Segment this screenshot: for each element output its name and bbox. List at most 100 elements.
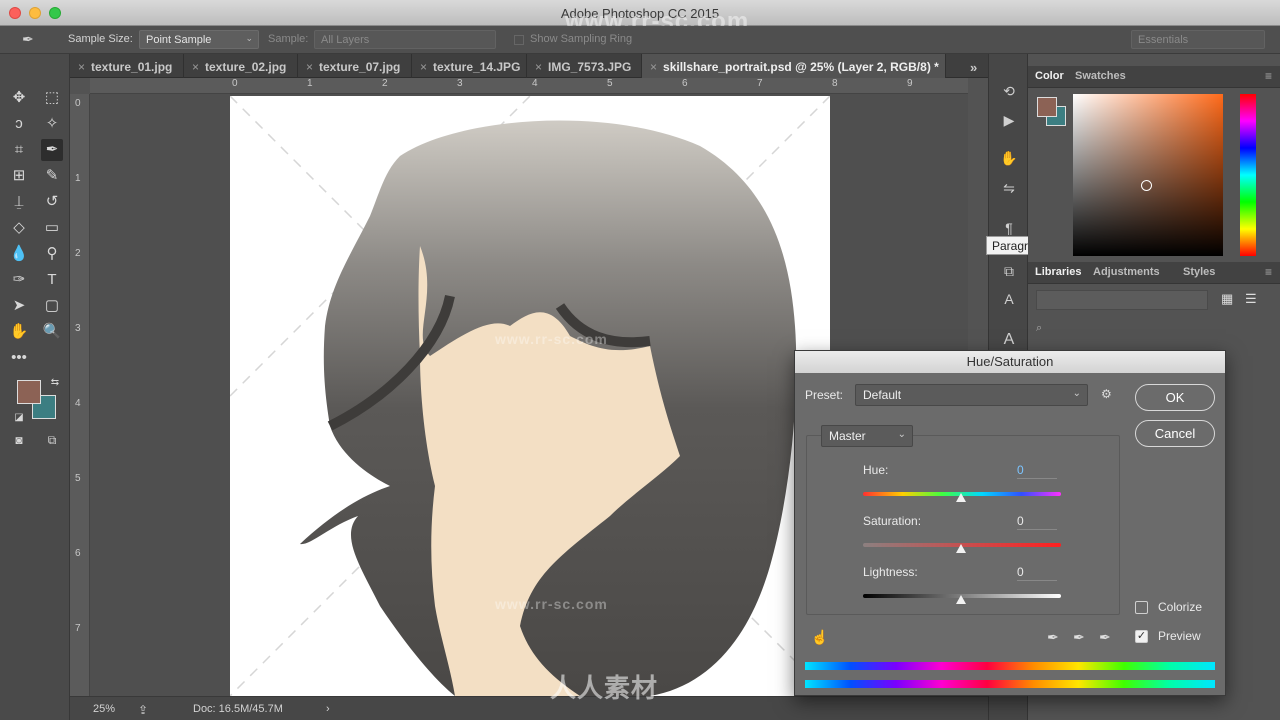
saturation-input[interactable]: 0 [1017, 514, 1057, 530]
chevron-down-icon: ⌄ [245, 33, 253, 43]
lightness-slider-thumb[interactable] [956, 595, 966, 604]
foreground-color-swatch[interactable] [1037, 97, 1057, 117]
color-panel-tabs: Color Swatches ≡ [1028, 66, 1280, 88]
eyedropper-tool-icon[interactable]: ✒ [22, 31, 34, 48]
crop-tool-icon[interactable]: ⌗ [8, 139, 30, 161]
hue-label: Hue: [863, 463, 889, 477]
stamp-tool-icon[interactable]: ⍊ [8, 191, 30, 213]
gradient-tool-icon[interactable]: ▭ [41, 217, 63, 239]
move-tool-icon[interactable]: ✥ [8, 87, 30, 109]
history-brush-tool-icon[interactable]: ↺ [41, 191, 63, 213]
ruler-tick: 5 [75, 473, 81, 484]
tab-texture-14[interactable]: × texture_14.JPG [412, 54, 527, 78]
zoom-level[interactable]: 25% [93, 703, 115, 715]
healing-tool-icon[interactable]: ⊞ [8, 165, 30, 187]
document-tab-bar: × texture_01.jpg × texture_02.jpg × texture… [70, 54, 988, 78]
document-canvas[interactable]: www.rr-sc.com www.rr-sc.com [230, 96, 830, 696]
channel-select[interactable]: Master ⌄ [821, 425, 913, 447]
close-icon[interactable]: × [650, 60, 657, 74]
tab-styles[interactable]: Styles [1183, 266, 1215, 278]
tab-skillshare-portrait[interactable]: × skillshare_portrait.psd @ 25% (Layer 2,… [642, 54, 946, 78]
adjust-icon[interactable]: ⇋ [998, 177, 1020, 199]
marquee-tool-icon[interactable]: ⬚ [41, 87, 63, 109]
magic-wand-tool-icon[interactable]: ✧ [41, 113, 63, 135]
blur-tool-icon[interactable]: 💧 [8, 243, 30, 265]
eyedropper-tool-icon[interactable]: ✒ [41, 139, 63, 161]
ok-button[interactable]: OK [1135, 384, 1215, 411]
share-icon[interactable]: ⇪ [138, 703, 148, 717]
tab-adjustments[interactable]: Adjustments [1093, 266, 1160, 278]
tab-swatches[interactable]: Swatches [1075, 70, 1126, 82]
preset-label: Preset: [805, 388, 844, 402]
tab-img-7573[interactable]: × IMG_7573.JPG [527, 54, 642, 78]
more-tools-icon[interactable]: ••• [8, 347, 30, 369]
play-action-icon[interactable]: ▶ [998, 109, 1020, 131]
shape-tool-icon[interactable]: ▢ [41, 295, 63, 317]
tab-texture-07[interactable]: × texture_07.jpg [298, 54, 412, 78]
gear-icon[interactable]: ⚙ [1101, 387, 1112, 401]
color-picker-field[interactable] [1073, 94, 1223, 256]
hue-slider[interactable] [1240, 94, 1256, 256]
list-view-icon[interactable]: ☰ [1245, 291, 1257, 307]
tab-libraries[interactable]: Libraries [1035, 266, 1081, 278]
tab-color[interactable]: Color [1035, 70, 1064, 82]
library-select[interactable] [1036, 290, 1208, 310]
grid-view-icon[interactable]: ▦ [1221, 291, 1233, 307]
type-tool-icon[interactable]: T [41, 269, 63, 291]
close-icon[interactable]: × [535, 60, 542, 74]
close-icon[interactable]: × [306, 60, 313, 74]
hand-tool-icon[interactable]: ✋ [8, 321, 30, 343]
brush-presets-icon[interactable]: ✋ [998, 147, 1020, 169]
close-icon[interactable]: × [420, 60, 427, 74]
character-icon[interactable]: A [998, 329, 1020, 351]
hue-slider-thumb[interactable] [956, 493, 966, 502]
preview-checkbox[interactable]: ✓ [1135, 630, 1148, 643]
eyedropper-icon[interactable]: ✒ [1047, 629, 1059, 646]
sample-size-select[interactable]: Point Sample ⌄ [139, 30, 259, 49]
workspace-select[interactable]: Essentials [1131, 30, 1265, 49]
lasso-tool-icon[interactable]: ↄ [8, 113, 30, 135]
clone-source-icon[interactable]: ⧉ [998, 260, 1020, 282]
character-styles-icon[interactable]: A [998, 288, 1020, 310]
close-icon[interactable]: × [78, 60, 85, 74]
panel-menu-icon[interactable]: ≡ [1265, 69, 1272, 83]
foreground-color-swatch[interactable] [17, 380, 41, 404]
close-icon[interactable]: × [192, 60, 199, 74]
targeted-adjustment-hand-icon[interactable]: ☝ [811, 629, 828, 646]
hue-input[interactable]: 0 [1017, 463, 1057, 479]
preset-select[interactable]: Default ⌄ [855, 384, 1088, 406]
show-ring-checkbox[interactable] [514, 35, 524, 45]
history-icon[interactable]: ⟲ [998, 80, 1020, 102]
path-selection-tool-icon[interactable]: ➤ [8, 295, 30, 317]
search-icon[interactable]: ⌕ [1036, 322, 1042, 335]
quick-mask-icon[interactable]: ◙ [8, 429, 30, 451]
sample-select[interactable]: All Layers [314, 30, 496, 49]
dodge-tool-icon[interactable]: ⚲ [41, 243, 63, 265]
screen-mode-icon[interactable]: ⧉ [41, 429, 63, 451]
default-colors-icon[interactable]: ◪ [8, 407, 30, 429]
swap-colors-icon[interactable]: ⇆ [44, 372, 66, 394]
brush-tool-icon[interactable]: ✎ [41, 165, 63, 187]
ruler-tick: 9 [907, 78, 913, 89]
zoom-tool-icon[interactable]: 🔍 [41, 321, 63, 343]
sample-size-label: Sample Size: [68, 33, 133, 45]
tab-texture-02[interactable]: × texture_02.jpg [184, 54, 298, 78]
tab-label: texture_01.jpg [91, 60, 173, 74]
tab-label: skillshare_portrait.psd @ 25% (Layer 2, … [663, 60, 939, 74]
eyedropper-subtract-icon[interactable]: ✒ [1099, 629, 1111, 646]
saturation-slider-thumb[interactable] [956, 544, 966, 553]
panel-menu-icon[interactable]: ≡ [1265, 265, 1272, 279]
eyedropper-add-icon[interactable]: ✒ [1073, 629, 1085, 646]
chevron-right-icon[interactable]: › [326, 703, 330, 715]
colorize-checkbox[interactable] [1135, 601, 1148, 614]
horizontal-ruler: 0 1 2 3 4 5 6 7 8 9 [90, 78, 968, 94]
tab-label: texture_02.jpg [205, 60, 287, 74]
lightness-input[interactable]: 0 [1017, 565, 1057, 581]
tab-texture-01[interactable]: × texture_01.jpg [70, 54, 184, 78]
more-tabs-icon[interactable]: » [966, 54, 988, 78]
ruler-tick: 6 [75, 548, 81, 559]
ruler-tick: 8 [832, 78, 838, 89]
pen-tool-icon[interactable]: ✑ [8, 269, 30, 291]
cancel-button[interactable]: Cancel [1135, 420, 1215, 447]
eraser-tool-icon[interactable]: ◇ [8, 217, 30, 239]
